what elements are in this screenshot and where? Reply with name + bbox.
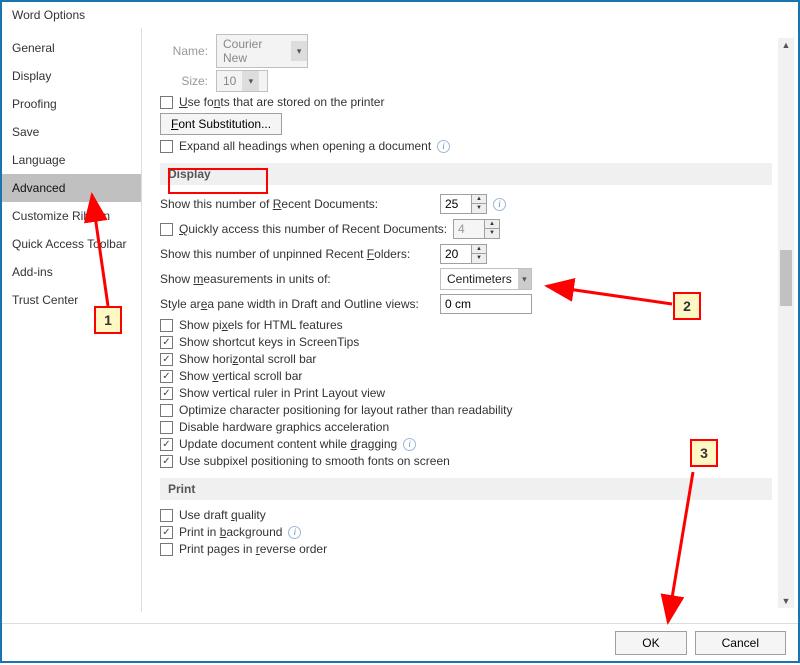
units-combo[interactable]: Centimeters ▾ — [440, 268, 532, 290]
cb-disable-hw[interactable]: Disable hardware graphics acceleration — [179, 420, 389, 434]
units-label: Show measurements in units of: — [160, 272, 440, 286]
checkbox[interactable] — [160, 140, 173, 153]
cb-vruler[interactable]: Show vertical ruler in Print Layout view — [179, 386, 385, 400]
checkbox[interactable]: ✓ — [160, 336, 173, 349]
annotation-marker-2: 2 — [673, 292, 701, 320]
chevron-down-icon: ▾ — [242, 71, 259, 91]
checkbox[interactable]: ✓ — [160, 455, 173, 468]
checkbox[interactable] — [160, 223, 173, 236]
checkbox[interactable] — [160, 96, 173, 109]
annotation-marker-1: 1 — [94, 306, 122, 334]
nav-advanced[interactable]: Advanced — [2, 174, 141, 202]
info-icon[interactable]: i — [288, 526, 301, 539]
font-size-combo[interactable]: 10 ▾ — [216, 70, 268, 92]
titlebar: Word Options — [2, 2, 798, 28]
style-area-label: Style area pane width in Draft and Outli… — [160, 297, 440, 311]
recent-docs-spinner[interactable]: ▲▼ — [440, 194, 487, 214]
recent-folders-label: Show this number of unpinned Recent Fold… — [160, 247, 440, 261]
cb-vscroll[interactable]: Show vertical scroll bar — [179, 369, 302, 383]
cancel-button[interactable]: Cancel — [695, 631, 786, 655]
font-name-label: Name: — [160, 44, 216, 58]
nav-quick-access-toolbar[interactable]: Quick Access Toolbar — [2, 230, 141, 258]
nav-general[interactable]: General — [2, 34, 141, 62]
scroll-thumb[interactable] — [780, 250, 792, 306]
dialog-footer: OK Cancel — [2, 623, 798, 661]
cb-hscroll[interactable]: Show horizontal scroll bar — [179, 352, 316, 366]
cb-expand-headings[interactable]: Expand all headings when opening a docum… — [179, 139, 431, 153]
cb-shortcut-keys[interactable]: Show shortcut keys in ScreenTips — [179, 335, 359, 349]
checkbox[interactable] — [160, 319, 173, 332]
nav-addins[interactable]: Add-ins — [2, 258, 141, 286]
info-icon[interactable]: i — [437, 140, 450, 153]
chevron-down-icon: ▾ — [291, 41, 307, 61]
word-options-dialog: Word Options General Display Proofing Sa… — [0, 0, 800, 663]
font-size-label: Size: — [160, 74, 216, 88]
section-print: Print — [160, 478, 772, 500]
scroll-up-icon[interactable]: ▲ — [780, 38, 792, 52]
nav-display[interactable]: Display — [2, 62, 141, 90]
cb-subpixel[interactable]: Use subpixel positioning to smooth fonts… — [179, 454, 450, 468]
ok-button[interactable]: OK — [615, 631, 686, 655]
checkbox[interactable]: ✓ — [160, 370, 173, 383]
checkbox[interactable]: ✓ — [160, 387, 173, 400]
checkbox[interactable] — [160, 509, 173, 522]
section-display: Display — [160, 163, 772, 185]
cb-draft-quality[interactable]: Use draft quality — [179, 508, 266, 522]
checkbox[interactable] — [160, 421, 173, 434]
checkbox[interactable]: ✓ — [160, 353, 173, 366]
info-icon[interactable]: i — [403, 438, 416, 451]
font-substitution-button[interactable]: Font Substitution... — [160, 113, 282, 135]
style-area-input[interactable] — [440, 294, 532, 314]
recent-folders-spinner[interactable]: ▲▼ — [440, 244, 487, 264]
info-icon[interactable]: i — [493, 198, 506, 211]
scroll-down-icon[interactable]: ▼ — [780, 594, 792, 608]
nav-proofing[interactable]: Proofing — [2, 90, 141, 118]
vertical-scrollbar[interactable]: ▲ ▼ — [778, 38, 794, 608]
cb-optimize[interactable]: Optimize character positioning for layou… — [179, 403, 513, 417]
checkbox[interactable]: ✓ — [160, 438, 173, 451]
annotation-marker-3: 3 — [690, 439, 718, 467]
cb-pixels-html[interactable]: Show pixels for HTML features — [179, 318, 343, 332]
cb-print-reverse[interactable]: Print pages in reverse order — [179, 542, 327, 556]
recent-docs-label: Show this number of Recent Documents: — [160, 197, 440, 211]
content-panel: Name: Courier New ▾ Size: 10 ▾ Use fonts… — [142, 28, 798, 612]
cb-print-background[interactable]: Print in background — [179, 525, 282, 539]
checkbox[interactable] — [160, 404, 173, 417]
checkbox[interactable] — [160, 543, 173, 556]
nav-save[interactable]: Save — [2, 118, 141, 146]
cb-update-drag[interactable]: Update document content while dragging — [179, 437, 397, 451]
quick-access-label[interactable]: Quickly access this number of Recent Doc… — [179, 222, 453, 236]
checkbox[interactable]: ✓ — [160, 526, 173, 539]
font-name-combo[interactable]: Courier New ▾ — [216, 34, 308, 68]
nav-language[interactable]: Language — [2, 146, 141, 174]
chevron-down-icon: ▾ — [518, 269, 531, 289]
nav-customize-ribbon[interactable]: Customize Ribbon — [2, 202, 141, 230]
cb-use-printer-fonts[interactable]: Use fonts that are stored on the printer — [179, 95, 384, 109]
quick-access-spinner: ▲▼ — [453, 219, 500, 239]
